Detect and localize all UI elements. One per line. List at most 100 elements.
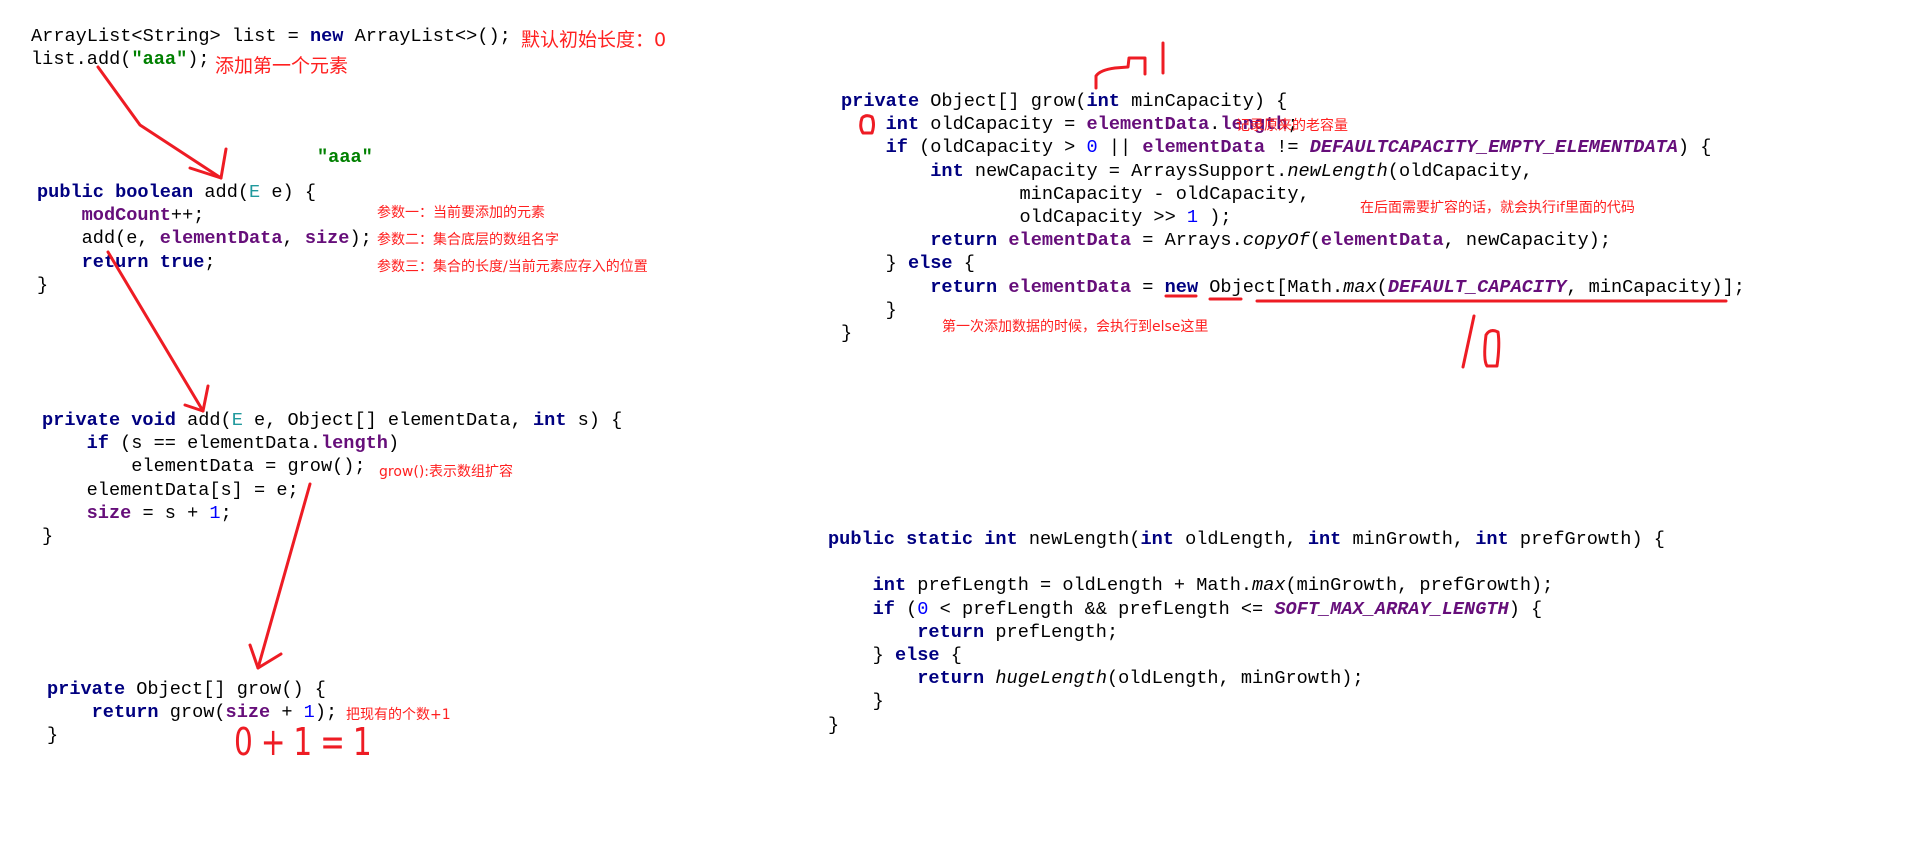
code-token: return [930,230,998,252]
code-token: 1 [1186,206,1199,228]
code-token: return [91,702,159,724]
code-token: size [304,228,350,250]
code-line: } [828,714,1665,737]
code-token: || [1097,137,1143,159]
code-token: minCapacity) { [1119,91,1288,112]
code-token: return [930,276,998,298]
code-token: private [47,679,126,700]
code-line: } else { [841,252,1745,275]
code-line: } [42,525,622,548]
note-else-branch: 第一次添加数据的时候，会执行到else这里 [942,319,1209,335]
arrow-to-public-add [96,65,228,180]
code-token: length [320,433,388,455]
code-token: add( [193,182,250,203]
code-line: size = s + 1; [42,502,622,525]
code-token: oldCapacity = [919,114,1087,136]
code-token: elementData [159,228,283,250]
code-token: ) { [1508,598,1543,620]
code-token: (oldLength, minGrowth); [1106,668,1364,690]
code-public-add: public boolean add(E e) { modCount++; ad… [37,181,372,297]
code-token: list.add( [31,49,132,71]
code-token: } [42,525,54,547]
code-token: prefLength; [984,621,1119,643]
code-token: oldLength, [1173,529,1308,550]
code-token: ) { [1677,137,1712,159]
code-line: private Object[] grow(int minCapacity) { [841,90,1745,113]
code-token: . [1209,114,1221,136]
code-line: private Object[] grow() { [47,678,337,701]
code-token: 1 [209,502,221,524]
code-line: return prefLength; [828,621,1665,644]
code-line: modCount++; [37,204,372,227]
code-token: DEFAULTCAPACITY_EMPTY_ELEMENTDATA [1309,137,1678,159]
note-param1: 参数一：当前要添加的元素 [377,205,545,221]
code-token: (oldCapacity > [907,137,1087,159]
code-token: int [872,575,907,597]
code-token: Object[] grow() { [125,679,326,700]
code-token: max [1252,575,1286,597]
code-token: DEFAULT_CAPACITY [1387,276,1567,298]
note-param2: 参数二：集合底层的数组名字 [377,232,559,248]
code-line: if (s == elementData.length) [42,432,622,455]
code-token: ; [220,502,232,524]
code-line: return true; [37,251,372,274]
code-line: return elementData = new Object[Math.max… [841,276,1745,299]
note-record-old: 记录原来的老容量 [1236,118,1348,134]
code-token: } [37,274,49,296]
note-add-first: 添加第一个元素 [215,55,349,77]
code-token: s) { [566,410,623,431]
code-token: } [841,299,897,321]
code-token: SOFT_MAX_ARRAY_LENGTH [1274,598,1509,620]
code-token: add(e, [37,228,160,250]
code-token: int [885,114,920,136]
code-token: e) { [260,182,316,203]
code-line: ArrayList<String> list = new ArrayList<>… [31,25,511,48]
code-token: ( [894,598,918,620]
code-token: else [907,253,953,275]
code-line: } else { [828,644,1665,667]
code-token: } [828,714,840,736]
note-default-length: 默认初始长度：0 [521,29,667,51]
code-token: return [917,668,985,690]
code-token: Object[Math. [1198,276,1344,298]
code-private-add: private void add(E e, Object[] elementDa… [42,409,622,548]
code-token: = Arrays. [1131,230,1243,252]
code-token: } [841,253,908,275]
code-line: if (0 < prefLength && prefLength <= SOFT… [828,598,1665,621]
code-line: } [37,274,372,297]
code-token: } [828,691,884,713]
code-token: public boolean [37,182,194,203]
code-token: add( [175,410,232,431]
code-token: if [872,598,895,620]
code-line: int newCapacity = ArraysSupport.newLengt… [841,160,1745,183]
code-line: return elementData = Arrays.copyOf(eleme… [841,229,1745,252]
code-token: new [1164,276,1199,298]
code-token: modCount [81,205,171,227]
code-token: grow( [158,702,226,724]
code-line: private void add(E e, Object[] elementDa… [42,409,622,432]
handwritten-size-plus-one: 0 + 1 = 1 [234,720,372,764]
code-token: private void [42,410,176,431]
code-token: < prefLength && prefLength <= [928,598,1275,620]
code-token: E [231,410,243,431]
code-token: = s + [131,502,210,524]
code-token: ArrayList<String> list = [31,26,310,47]
code-token: return [917,621,985,643]
code-line: return hugeLength(oldLength, minGrowth); [828,667,1665,690]
code-token: , newCapacity); [1443,230,1611,252]
code-token: elementData [1086,114,1210,136]
code-token: ); [1198,206,1232,228]
code-token: ) [387,433,400,455]
code-token: elementData [1142,137,1266,159]
code-token: if [885,137,908,159]
